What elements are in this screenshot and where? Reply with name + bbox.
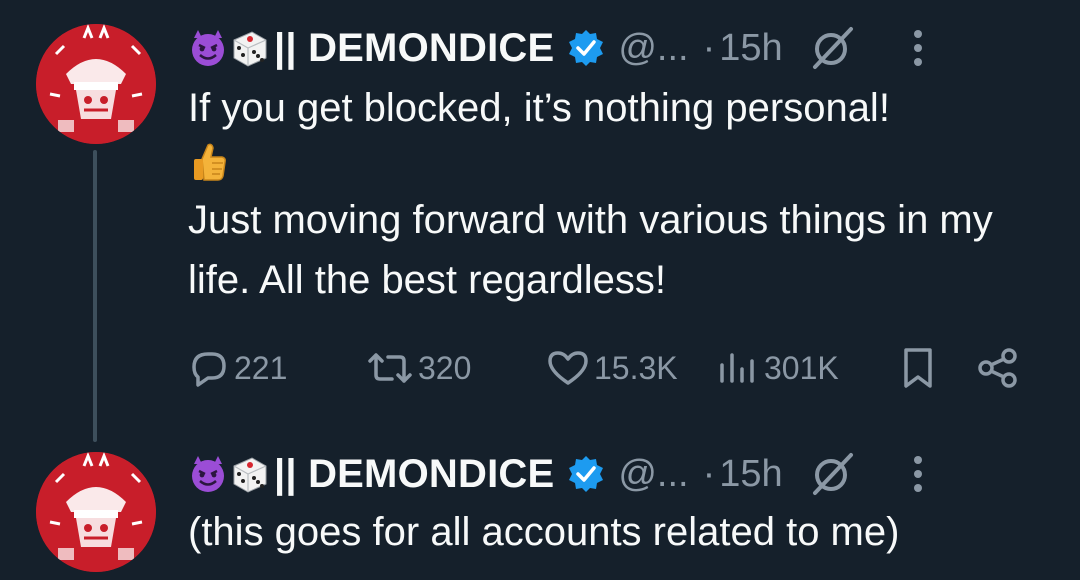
tweet-header: || DEMONDICE @... · 15h — [188, 446, 1060, 502]
reply-button[interactable]: 221 — [188, 340, 287, 396]
tweet-text-line: Just moving forward with various things … — [188, 198, 993, 302]
tweet-actions-bar: 221 320 15.3K 301K — [188, 340, 1048, 396]
game-die-emoji-icon — [230, 454, 270, 494]
display-name[interactable]: || DEMONDICE — [274, 452, 554, 497]
thread-connector-line — [93, 150, 97, 442]
display-name[interactable]: || DEMONDICE — [274, 26, 554, 71]
verified-badge-icon[interactable] — [566, 454, 606, 494]
user-handle[interactable]: @... — [618, 453, 688, 496]
views-button[interactable]: 301K — [716, 340, 839, 396]
views-icon — [720, 353, 754, 383]
share-icon — [978, 348, 1017, 388]
share-button[interactable] — [976, 340, 1020, 396]
user-handle[interactable]: @... — [618, 27, 688, 70]
like-count: 15.3K — [594, 349, 678, 386]
avatar[interactable] — [36, 24, 156, 144]
repost-button[interactable]: 320 — [366, 340, 471, 396]
tweet-body: (this goes for all accounts related to m… — [188, 502, 1048, 562]
like-button[interactable]: 15.3K — [546, 340, 678, 396]
thread-view: || DEMONDICE @... · 15h If you get block… — [0, 0, 1080, 580]
more-options-icon[interactable] — [911, 452, 925, 496]
tweet-text-line: (this goes for all accounts related to m… — [188, 510, 900, 554]
game-die-emoji-icon — [230, 28, 270, 68]
repost-icon — [368, 353, 412, 383]
more-options-icon[interactable] — [911, 26, 925, 70]
verified-badge-icon[interactable] — [566, 28, 606, 68]
separator-dot: · — [702, 26, 716, 69]
grok-icon[interactable] — [809, 451, 855, 497]
separator-dot: · — [702, 452, 716, 495]
thumbs-up-emoji-icon — [192, 140, 228, 182]
tweet-body: If you get blocked, it’s nothing persona… — [188, 78, 1048, 310]
grok-icon[interactable] — [809, 25, 855, 71]
reply-count: 221 — [234, 349, 288, 386]
avatar[interactable] — [36, 452, 156, 572]
bookmark-icon — [904, 348, 932, 388]
bookmark-button[interactable] — [900, 340, 936, 396]
timestamp[interactable]: 15h — [719, 453, 782, 496]
smiling-imp-emoji-icon — [188, 28, 228, 68]
smiling-imp-emoji-icon — [188, 454, 228, 494]
tweet-text-line: If you get blocked, it’s nothing persona… — [188, 86, 890, 130]
repost-count: 320 — [418, 349, 472, 386]
like-icon — [548, 351, 588, 385]
reply-icon — [192, 352, 226, 387]
tweet-header: || DEMONDICE @... · 15h — [188, 20, 1060, 76]
timestamp[interactable]: 15h — [719, 27, 782, 70]
view-count: 301K — [764, 349, 839, 386]
